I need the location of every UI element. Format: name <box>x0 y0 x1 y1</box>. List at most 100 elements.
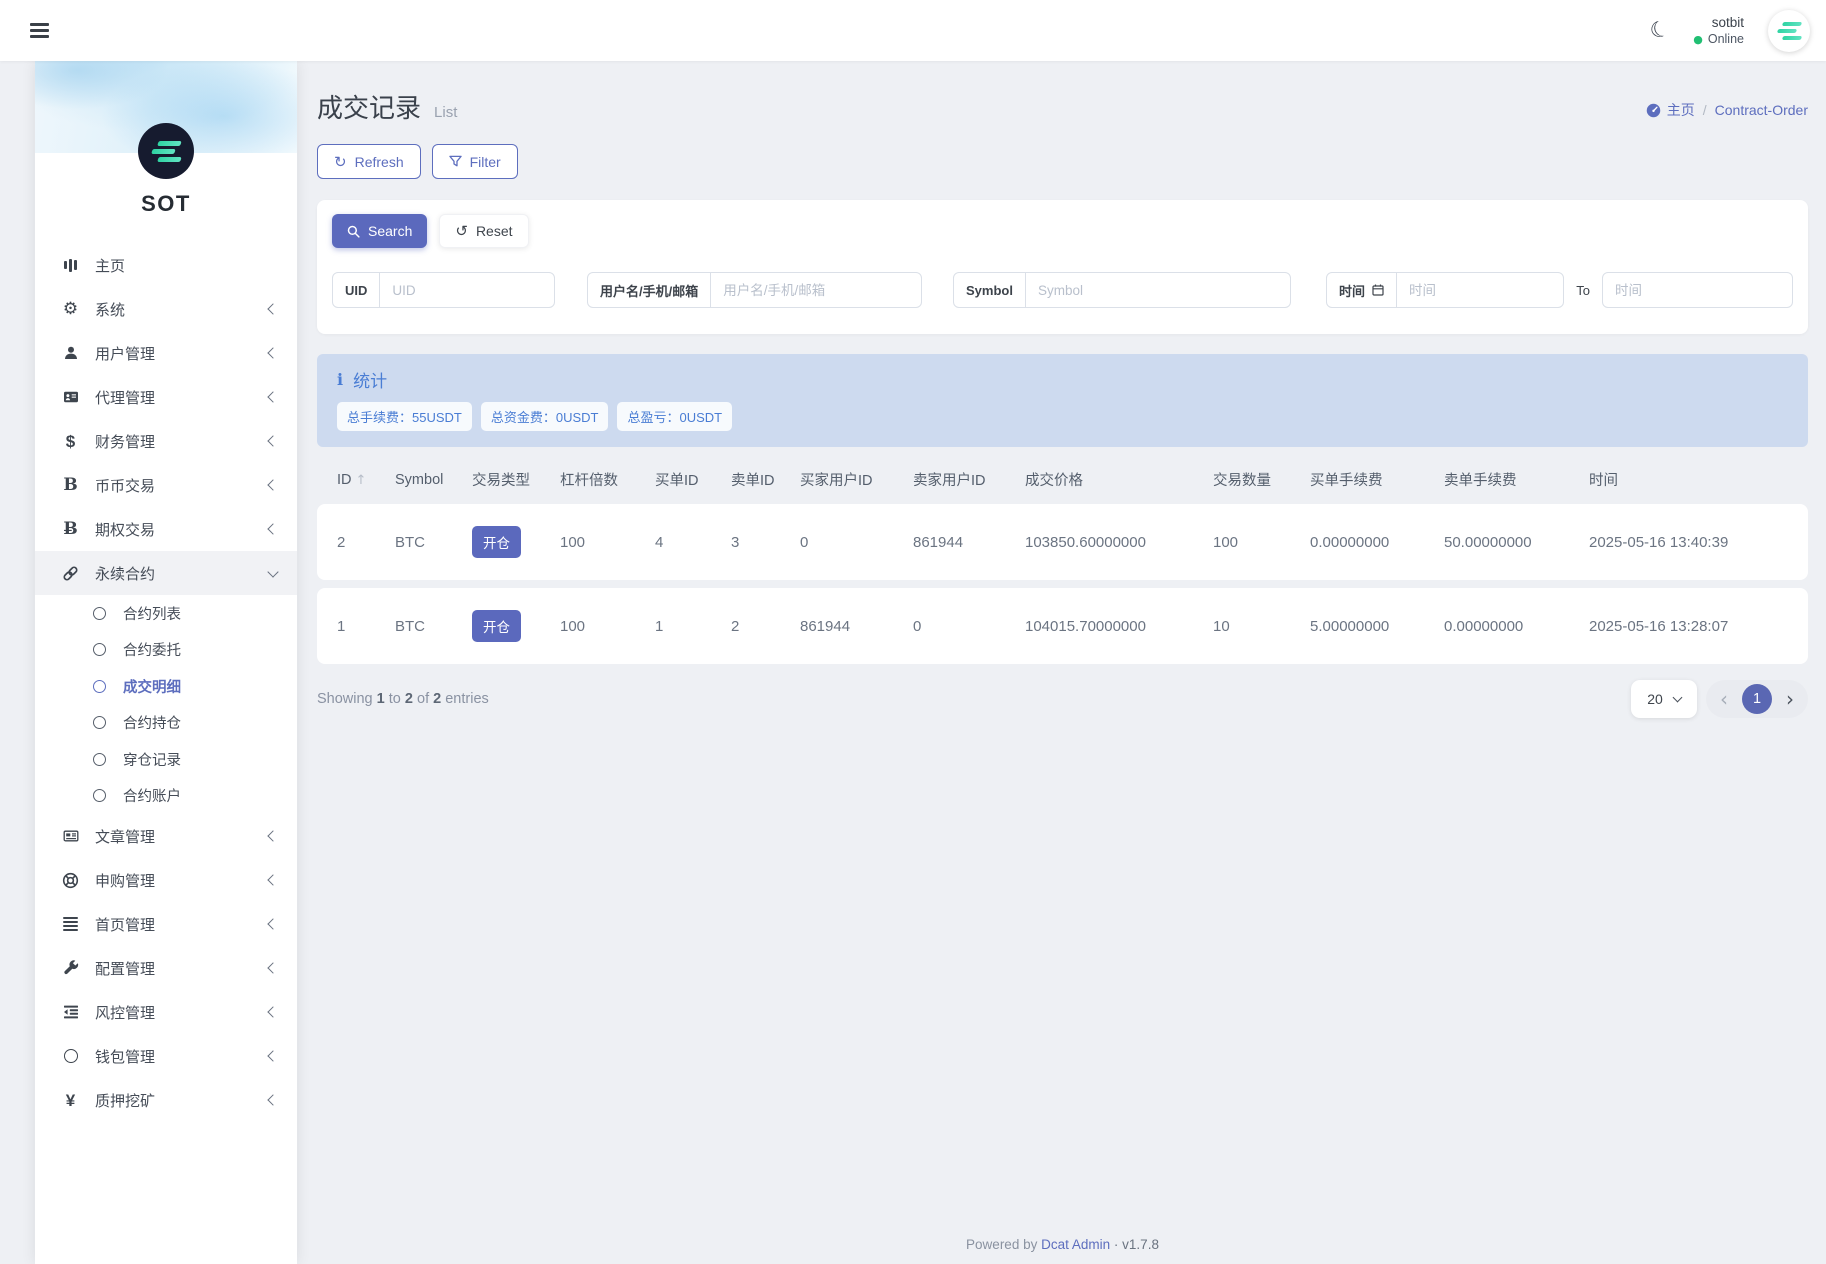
username-input[interactable] <box>711 273 921 307</box>
cell-trade-type: 开仓 <box>472 504 560 580</box>
sidebar-item-label: 期权交易 <box>95 519 155 540</box>
sidebar-item-label: 用户管理 <box>95 343 155 364</box>
sidebar-subitem-contract-orders[interactable]: 合约委托 <box>35 632 297 669</box>
reset-button[interactable]: ↺ Reset <box>439 214 528 248</box>
sidebar-toggle-icon[interactable] <box>26 17 53 44</box>
sidebar: SOT 主页 ⚙ 系统 用户管理 <box>35 61 297 1264</box>
symbol-input[interactable] <box>1026 273 1290 307</box>
table-footer: Showing 1 to 2 of 2 entries 20 ‹ 1 › <box>317 680 1808 718</box>
records-table: ID↑ Symbol 交易类型 杠杆倍数 买单ID 卖单ID 买家用户ID 卖家… <box>317 449 1808 672</box>
breadcrumb-separator: / <box>1703 102 1707 118</box>
cell-seller-uid: 0 <box>913 588 1025 664</box>
online-dot-icon: ● <box>1693 34 1703 45</box>
info-icon: i <box>337 370 343 389</box>
sidebar-item-spot-trade[interactable]: B 币币交易 <box>35 463 297 507</box>
powered-by-text: Powered by <box>966 1237 1037 1252</box>
time-field-label: 时间 <box>1327 273 1397 307</box>
cell-leverage: 100 <box>560 504 655 580</box>
sidebar-item-finance[interactable]: $ 财务管理 <box>35 419 297 463</box>
stat-total-pnl-badge: 总盈亏：0USDT <box>617 402 732 431</box>
sidebar-item-options-trade[interactable]: Ƀ 期权交易 <box>35 507 297 551</box>
circle-icon <box>93 716 106 729</box>
search-icon <box>347 225 360 238</box>
footer-version: v1.7.8 <box>1122 1237 1159 1252</box>
search-panel: Search ↺ Reset UID 用户名/手机/邮箱 Symbol <box>317 200 1808 334</box>
sidebar-subitem-label: 合约账户 <box>123 785 181 806</box>
reset-icon: ↺ <box>455 222 468 240</box>
cell-symbol: BTC <box>395 588 472 664</box>
sidebar-brand: SOT <box>35 61 297 225</box>
username-field-label: 用户名/手机/邮箱 <box>588 273 711 307</box>
search-button[interactable]: Search <box>332 214 427 248</box>
sidebar-item-label: 钱包管理 <box>95 1046 155 1067</box>
chevron-left-icon <box>267 962 278 973</box>
chevron-left-icon <box>267 1094 278 1105</box>
cell-buy-order-id: 1 <box>655 588 731 664</box>
cell-buyer-uid: 861944 <box>800 588 913 664</box>
dark-mode-icon[interactable]: ☾ <box>1646 16 1672 46</box>
chevron-left-icon <box>267 523 278 534</box>
sidebar-subitem-contract-positions[interactable]: 合约持仓 <box>35 705 297 742</box>
sidebar-item-users[interactable]: 用户管理 <box>35 331 297 375</box>
sidebar-item-label: 永续合约 <box>95 563 155 584</box>
time-from-input[interactable] <box>1397 273 1563 307</box>
column-header-id[interactable]: ID↑ <box>317 457 395 496</box>
uid-input[interactable] <box>380 273 554 307</box>
sidebar-subitem-label: 合约持仓 <box>123 712 181 733</box>
gauge-icon <box>1646 103 1661 118</box>
time-to-input[interactable] <box>1602 272 1793 308</box>
time-range-separator: To <box>1576 283 1590 298</box>
filter-button[interactable]: Filter <box>432 144 518 179</box>
statistics-title: 统计 <box>353 367 387 392</box>
sidebar-item-perpetual-contract[interactable]: 永续合约 <box>35 551 297 595</box>
brand-logo-icon[interactable] <box>138 123 194 179</box>
symbol-field-group: Symbol <box>953 272 1291 308</box>
page-size-select[interactable]: 20 <box>1631 680 1697 718</box>
chevron-left-icon <box>267 830 278 841</box>
sidebar-item-label: 主页 <box>95 255 125 276</box>
sidebar-item-label: 文章管理 <box>95 826 155 847</box>
sidebar-item-subscription[interactable]: 申购管理 <box>35 858 297 902</box>
cell-id: 1 <box>317 588 395 664</box>
column-header-trade-type: 交易类型 <box>472 457 560 496</box>
sidebar-item-risk-control[interactable]: 风控管理 <box>35 990 297 1034</box>
filter-fields: UID 用户名/手机/邮箱 Symbol 时间 <box>332 272 1793 308</box>
sidebar-item-articles[interactable]: 文章管理 <box>35 814 297 858</box>
user-name: sotbit <box>1693 14 1744 32</box>
breadcrumb-current[interactable]: Contract-Order <box>1715 102 1808 118</box>
sidebar-item-system[interactable]: ⚙ 系统 <box>35 287 297 331</box>
statistics-panel: i 统计 总手续费：55USDT 总资金费：0USDT 总盈亏：0USDT <box>317 354 1808 447</box>
dcat-admin-link[interactable]: Dcat Admin <box>1041 1237 1110 1252</box>
chevron-down-icon <box>1672 693 1682 703</box>
sidebar-subitem-contract-list[interactable]: 合约列表 <box>35 595 297 632</box>
sidebar-menu: 主页 ⚙ 系统 用户管理 代理管理 <box>35 225 297 1264</box>
column-header-amount: 交易数量 <box>1213 457 1310 496</box>
life-ring-icon <box>60 872 81 889</box>
next-page-button[interactable]: › <box>1786 689 1794 709</box>
cell-price: 103850.60000000 <box>1025 504 1213 580</box>
cell-buy-fee: 0.00000000 <box>1310 504 1444 580</box>
chevron-down-icon <box>267 566 278 577</box>
sidebar-subitem-trade-records[interactable]: 成交明细 <box>35 668 297 705</box>
prev-page-button[interactable]: ‹ <box>1720 689 1728 709</box>
sidebar-item-config[interactable]: 配置管理 <box>35 946 297 990</box>
sidebar-subitem-contract-accounts[interactable]: 合约账户 <box>35 778 297 815</box>
sidebar-subitem-liquidation-records[interactable]: 穿仓记录 <box>35 741 297 778</box>
sidebar-item-label: 系统 <box>95 299 125 320</box>
page-header: 成交记录 List 主页 / Contract-Order <box>317 88 1808 125</box>
current-page-button[interactable]: 1 <box>1742 684 1772 714</box>
breadcrumb-home-link[interactable]: 主页 <box>1646 100 1695 120</box>
cell-buyer-uid: 0 <box>800 504 913 580</box>
sidebar-item-label: 首页管理 <box>95 914 155 935</box>
sidebar-item-homepage[interactable]: 首页管理 <box>35 902 297 946</box>
avatar[interactable] <box>1768 10 1810 52</box>
sidebar-item-agents[interactable]: 代理管理 <box>35 375 297 419</box>
outdent-icon <box>60 1004 81 1020</box>
sidebar-item-home[interactable]: 主页 <box>35 243 297 287</box>
sidebar-item-wallets[interactable]: 钱包管理 <box>35 1034 297 1078</box>
refresh-button[interactable]: ↻ Refresh <box>317 144 421 179</box>
sidebar-item-staking[interactable]: ¥ 质押挖矿 <box>35 1078 297 1122</box>
funnel-icon <box>449 155 462 168</box>
chevron-left-icon <box>267 1050 278 1061</box>
page-title: 成交记录 <box>317 88 421 125</box>
